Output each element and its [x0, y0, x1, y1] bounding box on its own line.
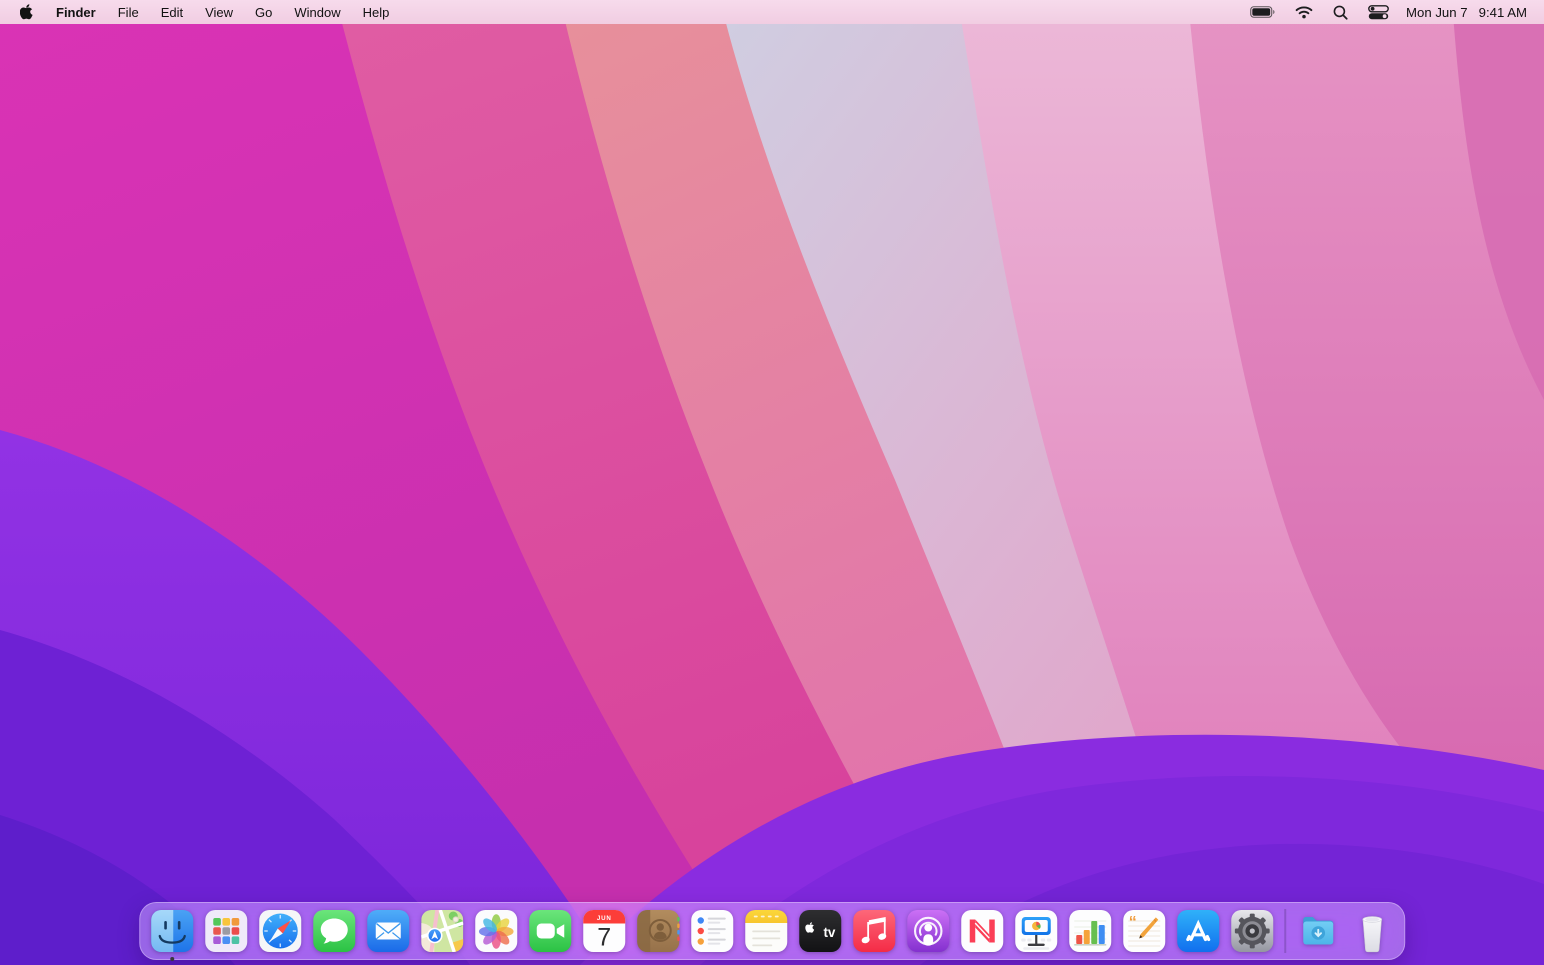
dock-item-contacts[interactable] [636, 909, 680, 953]
apple-tv-label: tv [823, 925, 835, 940]
music-icon [852, 909, 896, 953]
desktop-wallpaper [0, 0, 1544, 965]
contacts-icon [636, 909, 680, 953]
calendar-icon: JUN 7 [582, 909, 626, 953]
safari-icon [258, 909, 302, 953]
downloads-folder-icon [1296, 909, 1340, 953]
menu-help[interactable]: Help [352, 0, 401, 24]
search-icon [1333, 5, 1348, 20]
menu-date: Mon Jun 7 [1406, 5, 1468, 20]
dock-item-app-store[interactable] [1176, 909, 1220, 953]
finder-icon [150, 909, 194, 953]
monterey-wallpaper-art [0, 0, 1544, 965]
dock-item-music[interactable] [852, 909, 896, 953]
dock-separator [1284, 909, 1286, 953]
keynote-icon [1014, 909, 1058, 953]
pages-icon: “ [1122, 909, 1166, 953]
dock-item-calendar[interactable]: JUN 7 [582, 909, 626, 953]
menu-window-label: Window [294, 5, 340, 20]
dock-item-system-preferences[interactable] [1230, 909, 1274, 953]
menu-file-label: File [118, 5, 139, 20]
control-center-icon [1368, 5, 1389, 20]
menu-time: 9:41 AM [1479, 5, 1527, 20]
desktop[interactable]: Finder File Edit View Go Window Help [0, 0, 1544, 965]
menu-view-label: View [205, 5, 233, 20]
photos-icon [474, 909, 518, 953]
dock-item-news[interactable] [960, 909, 1004, 953]
apple-menu[interactable] [0, 0, 44, 24]
dock-item-trash[interactable] [1350, 909, 1394, 953]
control-center[interactable] [1358, 0, 1399, 24]
dock-item-numbers[interactable] [1068, 909, 1112, 953]
dock-item-downloads[interactable] [1296, 909, 1340, 953]
dock-item-reminders[interactable] [690, 909, 734, 953]
menu-edit[interactable]: Edit [150, 0, 194, 24]
menu-file[interactable]: File [107, 0, 150, 24]
dock-item-pages[interactable]: “ [1122, 909, 1166, 953]
apple-tv-icon: tv [798, 909, 842, 953]
dock: JUN 7 [139, 902, 1405, 960]
menu-clock[interactable]: Mon Jun 7 9:41 AM [1406, 5, 1527, 20]
dock-item-facetime[interactable] [528, 909, 572, 953]
menu-bar: Finder File Edit View Go Window Help [0, 0, 1544, 24]
launchpad-icon [204, 909, 248, 953]
menu-help-label: Help [363, 5, 390, 20]
dock-item-podcasts[interactable] [906, 909, 950, 953]
podcasts-icon [906, 909, 950, 953]
wifi-status[interactable] [1285, 0, 1323, 24]
trash-icon [1350, 909, 1394, 953]
pages-quote-glyph: “ [1129, 914, 1137, 931]
reminders-icon [690, 909, 734, 953]
battery-status[interactable] [1240, 0, 1285, 24]
calendar-day-label: 7 [597, 924, 611, 952]
menu-finder-label: Finder [56, 5, 96, 20]
numbers-icon [1068, 909, 1112, 953]
dock-item-apple-tv[interactable]: tv [798, 909, 842, 953]
calendar-month-label: JUN [597, 915, 612, 922]
dock-item-finder[interactable] [150, 909, 194, 953]
apple-icon [20, 4, 33, 20]
menu-finder[interactable]: Finder [44, 0, 107, 24]
menu-go-label: Go [255, 5, 272, 20]
finder-running-indicator [170, 957, 174, 961]
facetime-icon [528, 909, 572, 953]
dock-item-keynote[interactable] [1014, 909, 1058, 953]
maps-icon [420, 909, 464, 953]
mail-icon [366, 909, 410, 953]
dock-item-maps[interactable] [420, 909, 464, 953]
notes-icon [744, 909, 788, 953]
dock-item-messages[interactable] [312, 909, 356, 953]
spotlight-search[interactable] [1323, 0, 1358, 24]
dock-item-notes[interactable] [744, 909, 788, 953]
dock-item-mail[interactable] [366, 909, 410, 953]
dock-item-launchpad[interactable] [204, 909, 248, 953]
menu-view[interactable]: View [194, 0, 244, 24]
menu-window[interactable]: Window [283, 0, 351, 24]
system-preferences-icon [1230, 909, 1274, 953]
menu-go[interactable]: Go [244, 0, 283, 24]
app-store-icon [1176, 909, 1220, 953]
wifi-icon [1295, 5, 1313, 19]
dock-item-safari[interactable] [258, 909, 302, 953]
messages-icon [312, 909, 356, 953]
news-icon [960, 909, 1004, 953]
menu-edit-label: Edit [161, 5, 183, 20]
battery-icon [1250, 5, 1275, 19]
dock-item-photos[interactable] [474, 909, 518, 953]
